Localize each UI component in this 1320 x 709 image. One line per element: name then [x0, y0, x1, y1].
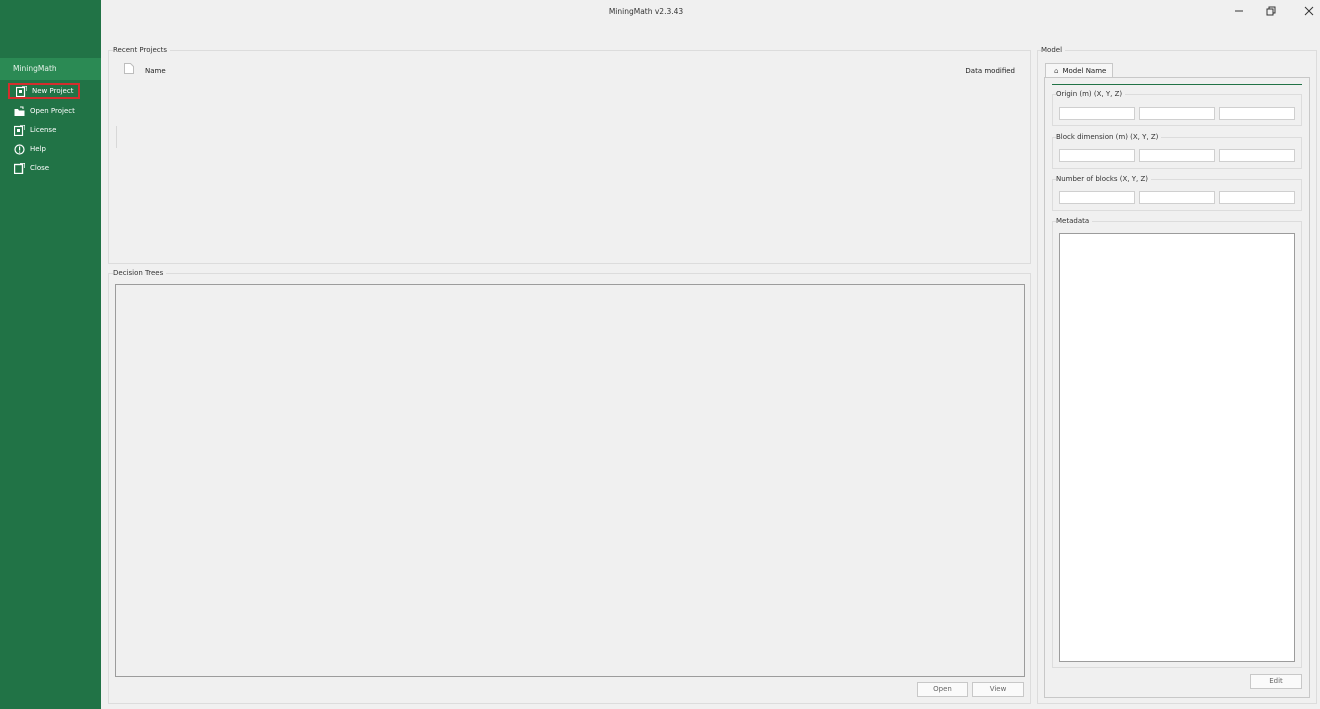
document-icon	[124, 63, 134, 76]
close-project-icon	[14, 162, 25, 174]
license-icon	[14, 124, 25, 136]
number-blocks-z-field[interactable]	[1219, 191, 1295, 204]
view-button[interactable]: View	[972, 682, 1024, 697]
sidebar-item-label: New Project	[32, 87, 74, 95]
close-icon[interactable]	[1299, 3, 1319, 19]
restore-icon[interactable]	[1261, 3, 1281, 19]
origin-x-field[interactable]	[1059, 107, 1135, 120]
window-title: MiningMath v2.3.43	[608, 7, 684, 16]
sidebar-item-open-project[interactable]: Open Project	[8, 103, 80, 119]
open-button[interactable]: Open	[917, 682, 968, 697]
sidebar-item-label: Help	[30, 145, 46, 153]
tab-icon: ⌂	[1054, 67, 1059, 75]
help-icon	[14, 143, 25, 155]
origin-y-field[interactable]	[1139, 107, 1215, 120]
edit-button[interactable]: Edit	[1250, 674, 1302, 689]
sidebar-item-new-project[interactable]: New Project	[8, 83, 80, 99]
new-project-icon	[16, 85, 27, 97]
sidebar-item-close[interactable]: Close	[8, 160, 80, 176]
minimize-icon[interactable]	[1229, 3, 1249, 19]
origin-label: Origin (m) (X, Y, Z)	[1056, 90, 1126, 98]
number-blocks-label: Number of blocks (X, Y, Z)	[1056, 175, 1151, 183]
open-folder-icon	[14, 106, 25, 117]
column-header-date-modified[interactable]: Data modified	[963, 67, 1015, 75]
number-blocks-y-field[interactable]	[1139, 191, 1215, 204]
sidebar-item-label: License	[30, 126, 57, 134]
number-blocks-x-field[interactable]	[1059, 191, 1135, 204]
title-bar: MiningMath v2.3.43	[101, 0, 1320, 24]
sidebar-item-label: Open Project	[30, 107, 75, 115]
metadata-label: Metadata	[1056, 217, 1093, 225]
metadata-textarea[interactable]	[1059, 233, 1295, 662]
column-header-name[interactable]: Name	[145, 67, 166, 75]
model-title: Model	[1041, 46, 1066, 54]
block-dimension-label: Block dimension (m) (X, Y, Z)	[1056, 133, 1162, 141]
sidebar: MiningMath New Project Open Project Lice…	[0, 0, 101, 709]
tab-model-name[interactable]: ⌂ Model Name	[1045, 63, 1113, 78]
block-dimension-x-field[interactable]	[1059, 149, 1135, 162]
decision-trees-list[interactable]	[115, 284, 1025, 677]
recent-projects-title: Recent Projects	[113, 46, 171, 54]
recent-projects-group	[108, 50, 1031, 264]
block-dimension-y-field[interactable]	[1139, 149, 1215, 162]
sidebar-brand: MiningMath	[0, 58, 101, 80]
tab-underline	[1052, 84, 1302, 85]
block-dimension-z-field[interactable]	[1219, 149, 1295, 162]
list-divider	[116, 126, 117, 148]
sidebar-item-help[interactable]: Help	[8, 141, 80, 157]
sidebar-item-label: Close	[30, 164, 50, 172]
tab-label: Model Name	[1062, 67, 1107, 75]
sidebar-item-license[interactable]: License	[8, 122, 80, 138]
origin-z-field[interactable]	[1219, 107, 1295, 120]
decision-trees-title: Decision Trees	[113, 269, 167, 277]
